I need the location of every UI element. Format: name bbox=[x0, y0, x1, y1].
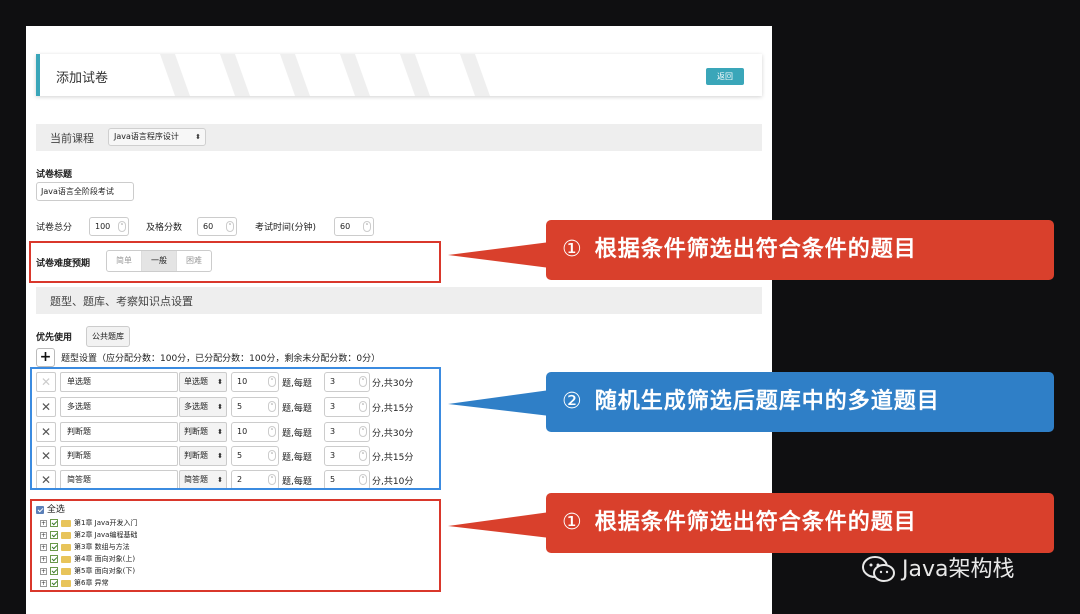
watermark-text: Java架构栈 bbox=[902, 557, 1015, 582]
stepper-icon[interactable]: ⌃ bbox=[226, 221, 234, 232]
paper-title-label: 试卷标题 bbox=[36, 170, 73, 180]
page-title: 添加试卷 bbox=[56, 71, 109, 86]
plus-icon[interactable]: + bbox=[36, 348, 55, 367]
settings-label: 题型、题库、考察知识点设置 bbox=[50, 295, 193, 308]
course-bar: 当前课程 Java语言程序设计 ⬍ bbox=[36, 124, 762, 151]
course-label: 当前课程 bbox=[50, 132, 94, 145]
select-arrows-icon: ⬍ bbox=[195, 133, 201, 141]
callout-number: ② bbox=[562, 389, 583, 414]
callout-pointer bbox=[448, 242, 550, 268]
callout-random: ② 随机生成筛选后题库中的多道题目 bbox=[546, 372, 1054, 432]
exam-time-input[interactable]: 60 ⌃ bbox=[334, 217, 374, 236]
highlight-question-settings bbox=[30, 367, 441, 490]
priority-label: 优先使用 bbox=[36, 333, 73, 343]
exam-time-label: 考试时间(分钟) bbox=[255, 223, 317, 233]
callout-number: ① bbox=[562, 510, 583, 535]
callout-filter-2: ① 根据条件筛选出符合条件的题目 bbox=[546, 493, 1054, 553]
watermark: Java架构栈 bbox=[862, 551, 1014, 584]
callout-text: 根据条件筛选出符合条件的题目 bbox=[594, 237, 917, 262]
paper-title-input[interactable]: Java语言全阶段考试 bbox=[36, 182, 134, 201]
highlight-knowledge-tree bbox=[30, 499, 441, 592]
settings-bar: 题型、题库、考察知识点设置 bbox=[36, 287, 762, 314]
public-bank-button[interactable]: 公共题库 bbox=[86, 326, 130, 347]
question-settings-summary: 题型设置（应分配分数：100分，已分配分数：100分，剩余未分配分数：0分） bbox=[61, 354, 381, 364]
exam-time-value: 60 bbox=[340, 222, 351, 231]
callout-text: 随机生成筛选后题库中的多道题目 bbox=[594, 389, 940, 414]
wechat-icon bbox=[862, 556, 895, 582]
total-score-input[interactable]: 100 ⌃ bbox=[89, 217, 129, 236]
pass-score-label: 及格分数 bbox=[146, 223, 183, 233]
back-button[interactable]: 返回 bbox=[706, 68, 744, 85]
callout-pointer bbox=[448, 512, 550, 538]
pass-score-input[interactable]: 60 ⌃ bbox=[197, 217, 237, 236]
course-select[interactable]: Java语言程序设计 ⬍ bbox=[108, 128, 206, 146]
total-score-label: 试卷总分 bbox=[36, 223, 73, 233]
callout-pointer bbox=[448, 390, 550, 416]
page-header: 添加试卷 返回 bbox=[36, 54, 762, 96]
callout-filter: ① 根据条件筛选出符合条件的题目 bbox=[546, 220, 1054, 280]
total-score-value: 100 bbox=[95, 222, 111, 231]
pass-score-value: 60 bbox=[203, 222, 214, 231]
highlight-difficulty bbox=[29, 241, 441, 283]
stepper-icon[interactable]: ⌃ bbox=[118, 221, 126, 232]
stepper-icon[interactable]: ⌃ bbox=[363, 221, 371, 232]
callout-number: ① bbox=[562, 237, 583, 262]
course-select-value: Java语言程序设计 bbox=[114, 132, 179, 141]
callout-text: 根据条件筛选出符合条件的题目 bbox=[594, 510, 917, 535]
